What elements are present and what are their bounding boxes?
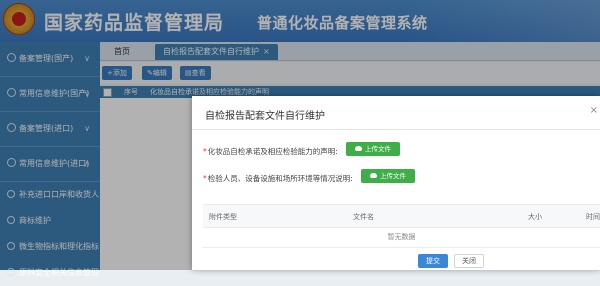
commitment-label: *化妆品自检承诺及相应检验能力的声明: xyxy=(203,146,338,157)
close-icon[interactable]: × xyxy=(590,105,598,116)
required-mark: * xyxy=(203,174,207,183)
dialog-title: 自检报告配套文件自行维护 xyxy=(205,111,325,122)
divider xyxy=(192,129,600,130)
required-mark: * xyxy=(203,147,207,156)
facility-label-text: 检验人员、设备设施和场所环境等情况说明: xyxy=(207,174,353,183)
col-file-name: 文件名 xyxy=(353,213,374,221)
upload-label: 上传文件 xyxy=(365,145,391,153)
empty-state: 暂无数据 xyxy=(203,227,600,248)
submit-button[interactable]: 提交 xyxy=(418,254,448,268)
upload-facility-button[interactable]: 上传文件 xyxy=(361,169,415,183)
facility-label: *检验人员、设备设施和场所环境等情况说明: xyxy=(203,173,353,184)
commitment-label-text: 化妆品自检承诺及相应检验能力的声明: xyxy=(207,147,338,156)
col-attachment-type: 附件类型 xyxy=(209,213,237,221)
attachment-table-header: 附件类型 文件名 大小 时间 xyxy=(203,204,600,228)
col-size: 大小 xyxy=(528,213,542,221)
cloud-upload-icon xyxy=(355,146,362,151)
close-button[interactable]: 关闭 xyxy=(454,254,484,268)
upload-commitment-button[interactable]: 上传文件 xyxy=(346,142,400,156)
col-time: 时间 xyxy=(586,213,600,221)
cloud-upload-icon xyxy=(370,173,377,178)
upload-label: 上传文件 xyxy=(380,172,406,180)
self-inspection-dialog: 自检报告配套文件自行维护 × *化妆品自检承诺及相应检验能力的声明: 上传文件 … xyxy=(192,96,600,270)
